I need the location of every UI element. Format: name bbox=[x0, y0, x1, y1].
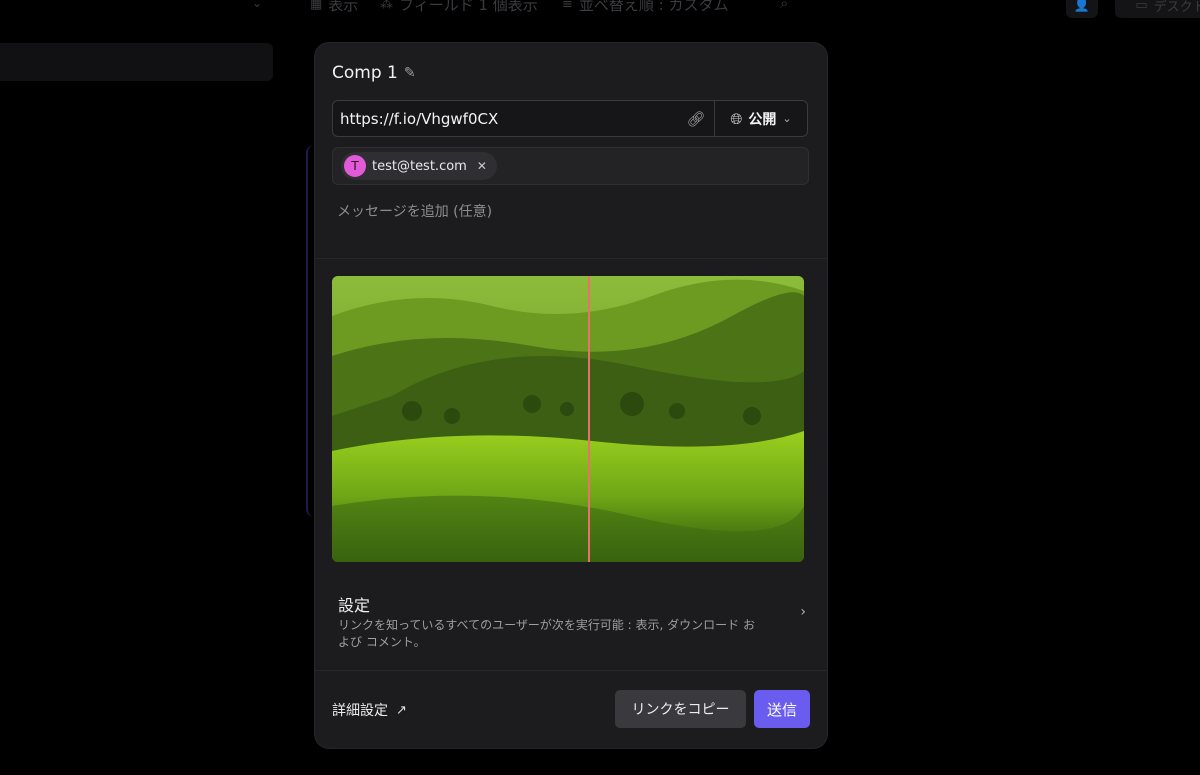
settings-description: リンクを知っているすべてのユーザーが次を実行可能 : 表示, ダウンロード およ… bbox=[338, 618, 755, 649]
view-control: ▦ 表示 bbox=[310, 0, 358, 15]
divider bbox=[315, 670, 827, 671]
sidebar-selected-row bbox=[0, 43, 273, 81]
close-icon[interactable]: ✕ bbox=[477, 159, 487, 173]
dialog-header: Comp 1 ✎ bbox=[332, 63, 416, 83]
recipient-email: test@test.com bbox=[372, 158, 467, 174]
globe-icon: 🌐︎ bbox=[730, 109, 743, 128]
people-icon: 👤 bbox=[1073, 0, 1091, 13]
recipients-input[interactable]: T test@test.com ✕ bbox=[332, 147, 809, 185]
desktop-button: ▭ デスクト bbox=[1115, 0, 1200, 18]
search-icon: ⌕ bbox=[780, 0, 789, 12]
share-link-field: https://f.io/Vhgwf0CX 🔗︎ 🌐︎ 公開 ⌄ bbox=[332, 100, 808, 137]
grid-icon: ▦ bbox=[310, 0, 323, 12]
fields-control: ⁂ フィールド 1 個表示 bbox=[380, 0, 538, 15]
dialog-title: Comp 1 bbox=[332, 63, 398, 83]
chevron-right-icon: › bbox=[800, 604, 806, 620]
arrow-up-right-icon: ↗ bbox=[396, 702, 407, 718]
share-dialog: Comp 1 ✎ https://f.io/Vhgwf0CX 🔗︎ 🌐︎ 公開 … bbox=[315, 43, 827, 748]
visibility-label: 公開 bbox=[748, 111, 777, 128]
recipient-chip: T test@test.com ✕ bbox=[341, 152, 497, 180]
chevron-down-icon: ⌄ bbox=[782, 112, 792, 125]
advanced-settings-link[interactable]: 詳細設定 ↗ bbox=[332, 700, 407, 720]
sort-control: ≡ 並べ替え順 : カスタム bbox=[562, 0, 729, 15]
send-button[interactable]: 送信 bbox=[754, 690, 810, 728]
desktop-label: デスクト bbox=[1153, 0, 1200, 15]
sort-label: 並べ替え順 : カスタム bbox=[578, 0, 729, 14]
fields-icon: ⁂ bbox=[380, 0, 393, 12]
divider bbox=[315, 258, 827, 259]
people-button: 👤 bbox=[1066, 0, 1098, 18]
landscape-image bbox=[332, 276, 804, 562]
share-link-url[interactable]: https://f.io/Vhgwf0CX bbox=[333, 110, 678, 128]
visibility-dropdown[interactable]: 🌐︎ 公開 ⌄ bbox=[715, 101, 807, 136]
link-icon[interactable]: 🔗︎ bbox=[678, 110, 714, 128]
settings-row[interactable]: 設定 リンクを知っているすべてのユーザーが次を実行可能 : 表示, ダウンロード… bbox=[338, 592, 806, 649]
advanced-settings-label: 詳細設定 bbox=[332, 703, 388, 719]
avatar: T bbox=[344, 155, 366, 177]
sort-icon: ≡ bbox=[562, 0, 573, 12]
copy-link-button[interactable]: リンクをコピー bbox=[615, 690, 746, 728]
desktop-icon: ▭ bbox=[1135, 0, 1148, 13]
fields-label: フィールド 1 個表示 bbox=[399, 0, 538, 14]
pencil-icon[interactable]: ✎ bbox=[404, 65, 416, 81]
settings-title: 設定 bbox=[338, 596, 371, 615]
view-label: 表示 bbox=[328, 0, 359, 14]
chevron-down-icon: ⌄ bbox=[252, 0, 263, 10]
comparison-preview[interactable] bbox=[332, 276, 804, 562]
background-toolbar: ⌄ ▦ 表示 ⁂ フィールド 1 個表示 ≡ 並べ替え順 : カスタム ⌕ 👤 … bbox=[0, 0, 1200, 20]
message-input[interactable]: メッセージを追加 (任意) bbox=[337, 201, 492, 221]
comparison-divider-handle[interactable] bbox=[588, 276, 590, 562]
